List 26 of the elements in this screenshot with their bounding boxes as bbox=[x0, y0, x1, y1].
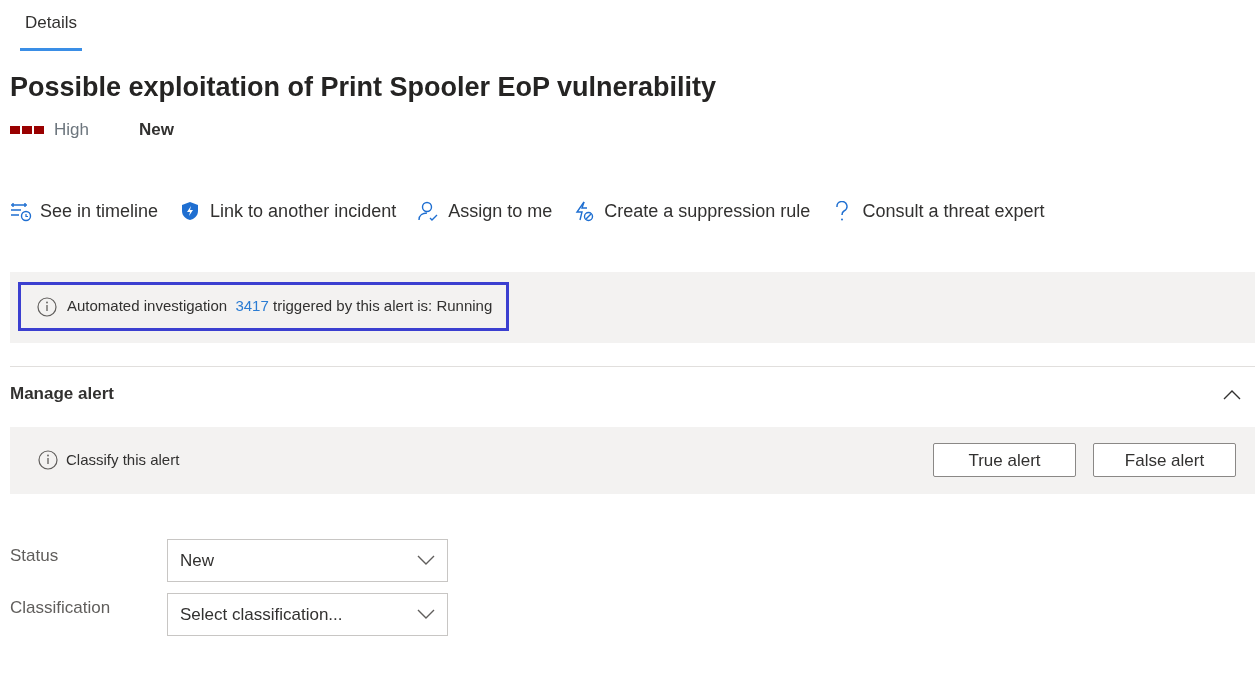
chevron-down-icon bbox=[417, 609, 435, 620]
action-link[interactable]: Assign to me bbox=[418, 198, 553, 226]
action-link[interactable]: Consult a threat expert bbox=[832, 198, 1045, 226]
action-link[interactable]: See in timeline bbox=[10, 198, 159, 226]
action-link[interactable]: Link to another incident bbox=[180, 198, 397, 226]
dropdown-field[interactable]: Select classification... bbox=[167, 592, 448, 636]
chevron-down-icon bbox=[417, 555, 435, 566]
section-title: Manage alert bbox=[10, 383, 114, 406]
details-tab[interactable]: Details bbox=[20, 0, 82, 51]
severity-label: High bbox=[54, 118, 89, 141]
info-icon bbox=[37, 296, 57, 317]
action-link[interactable]: Create a suppression rule bbox=[574, 198, 811, 226]
field-label: Classification bbox=[10, 596, 112, 619]
classify-button[interactable]: True alert bbox=[933, 443, 1076, 478]
status-label: New bbox=[138, 118, 174, 141]
dropdown-field[interactable]: New bbox=[167, 538, 448, 582]
field-label: Status bbox=[10, 544, 60, 567]
calendar-clock-icon bbox=[10, 200, 32, 223]
chevron-up-icon bbox=[1223, 389, 1241, 400]
classify-text: Classify this alert bbox=[66, 450, 180, 471]
banner-text: Automated investigation 3417 triggered by this alert is: Running bbox=[67, 296, 493, 317]
investigation-link[interactable]: 3417 bbox=[235, 297, 269, 315]
alert-title: Possible exploitation of Print Spooler EoP vulnerability bbox=[10, 70, 718, 103]
severity-icon bbox=[10, 124, 46, 135]
classify-button[interactable]: False alert bbox=[1093, 443, 1236, 478]
info-icon bbox=[38, 450, 58, 471]
